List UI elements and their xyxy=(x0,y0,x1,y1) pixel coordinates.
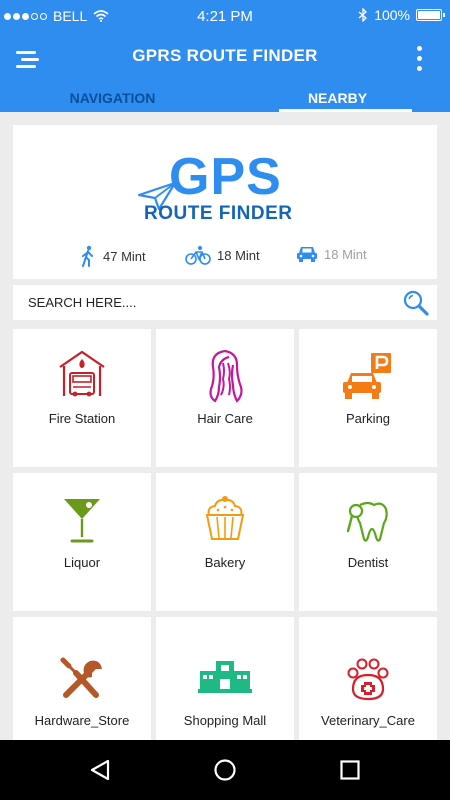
category-label: Dentist xyxy=(347,555,389,570)
bakery-icon xyxy=(205,496,245,540)
walk-time: 47 Mint xyxy=(103,248,146,264)
status-bar: BELL 4:21 PM 100% xyxy=(0,0,450,32)
shopping-mall-icon xyxy=(198,661,252,693)
category-parking[interactable]: Parking xyxy=(299,329,437,467)
category-veterinary-care[interactable]: Veterinary_Care xyxy=(299,617,437,740)
category-label: Shopping Mall xyxy=(183,713,267,728)
walk-icon xyxy=(82,245,93,267)
category-label: Parking xyxy=(345,411,391,426)
search-bar xyxy=(13,285,437,320)
bluetooth-icon xyxy=(358,8,368,22)
search-input[interactable] xyxy=(13,285,393,320)
home-icon[interactable] xyxy=(213,758,237,782)
category-label: Hardware_Store xyxy=(34,713,130,728)
category-fire-station[interactable]: Fire Station xyxy=(13,329,151,467)
category-liquor[interactable]: Liquor xyxy=(13,473,151,611)
category-label: Veterinary_Care xyxy=(321,713,415,728)
logo-subtitle: ROUTE FINDER xyxy=(144,203,293,224)
back-icon[interactable] xyxy=(88,758,112,782)
category-hardware-store[interactable]: Hardware_Store xyxy=(13,617,151,740)
app-title: GPRS ROUTE FINDER xyxy=(132,46,318,65)
mode-car[interactable]: 18 Mint xyxy=(296,245,367,263)
category-hair-care[interactable]: Hair Care xyxy=(156,329,294,467)
hardware-store-icon xyxy=(60,657,102,698)
tab-nearby[interactable]: NEARBY xyxy=(225,82,450,112)
mode-bicycle[interactable]: 18 Mint xyxy=(185,245,260,265)
fire-station-icon xyxy=(59,350,105,397)
car-time: 18 Mint xyxy=(324,246,367,262)
parking-icon xyxy=(343,353,391,399)
car-icon xyxy=(297,247,317,262)
tab-bar: NAVIGATION NEARBY xyxy=(0,82,450,112)
status-right: 100% xyxy=(358,7,445,23)
bicycle-icon xyxy=(185,246,211,265)
search-icon[interactable] xyxy=(403,290,429,316)
travel-modes: 47 Mint 18 Mint 18 Mint xyxy=(13,245,437,271)
active-tab-indicator xyxy=(279,109,412,112)
logo-title: GPS xyxy=(169,148,282,206)
hair-care-icon xyxy=(209,349,243,403)
category-label: Liquor xyxy=(63,555,101,570)
tab-navigation[interactable]: NAVIGATION xyxy=(0,82,225,112)
more-options-icon[interactable] xyxy=(416,44,424,74)
bicycle-time: 18 Mint xyxy=(217,247,260,263)
liquor-icon xyxy=(64,499,100,543)
category-label: Hair Care xyxy=(197,411,253,426)
mode-walk[interactable]: 47 Mint xyxy=(79,245,146,267)
app-logo: GPS ROUTE FINDER xyxy=(137,145,327,235)
category-bakery[interactable]: Bakery xyxy=(156,473,294,611)
recent-apps-icon[interactable] xyxy=(338,758,362,782)
header-card: GPS ROUTE FINDER 47 Mint 18 Mint 18 Mint xyxy=(13,125,437,279)
category-label: Fire Station xyxy=(48,411,116,426)
veterinary-care-icon xyxy=(347,658,389,701)
battery-icon xyxy=(416,9,445,21)
battery-percent: 100% xyxy=(374,7,410,23)
app-bar: GPRS ROUTE FINDER NAVIGATION NEARBY xyxy=(0,32,450,112)
category-dentist[interactable]: Dentist xyxy=(299,473,437,611)
system-navigation-bar xyxy=(0,740,450,800)
category-label: Bakery xyxy=(204,555,246,570)
category-shopping-mall[interactable]: Shopping Mall xyxy=(156,617,294,740)
dentist-icon xyxy=(346,501,388,542)
